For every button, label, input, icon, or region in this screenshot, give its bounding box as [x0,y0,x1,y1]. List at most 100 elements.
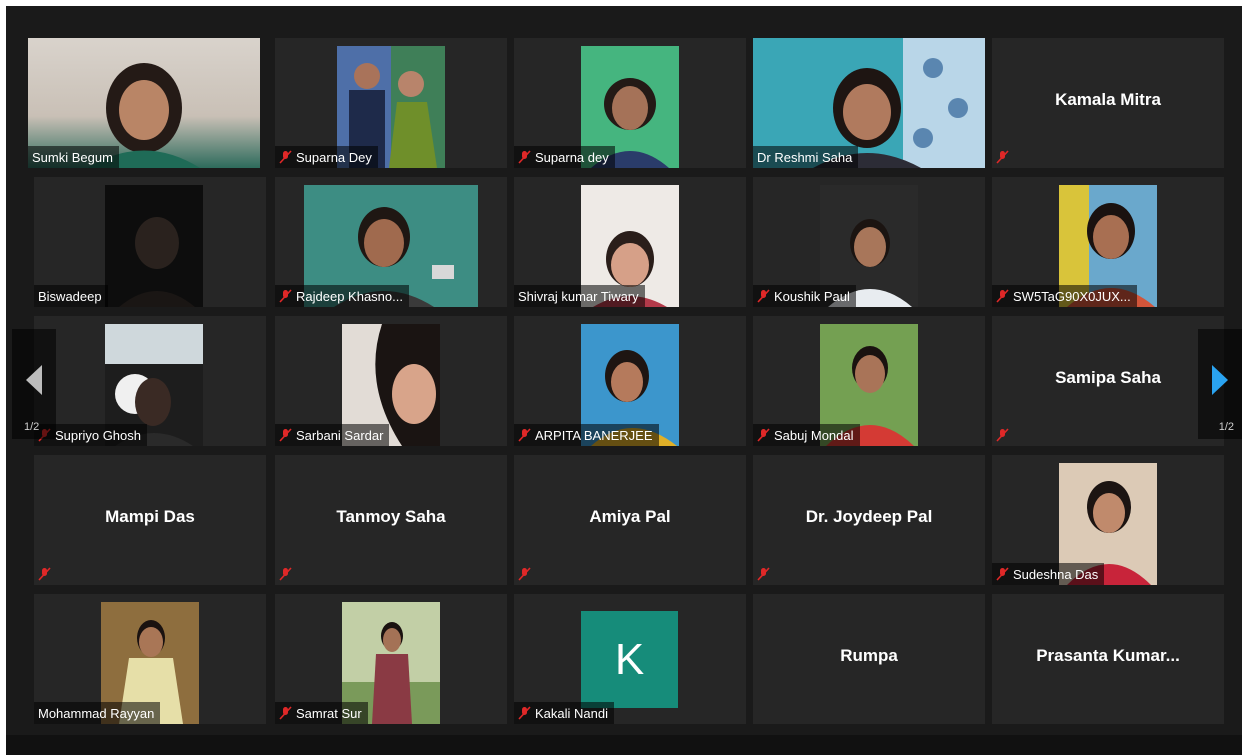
participant-name-tag: Koushik Paul [753,285,856,307]
participant-tile-sudeshna-das[interactable]: Sudeshna Das [992,455,1224,585]
next-page-button[interactable]: 1/2 [1198,329,1242,439]
mic-muted-icon [757,428,770,442]
participant-name-tag: ARPITA BANERJEE [514,424,659,446]
participant-tile-biswadeep[interactable]: Biswadeep [34,177,266,307]
participant-tile-sarbani-sardar[interactable]: Sarbani Sardar [275,316,507,446]
participant-tile-tanmoy-saha[interactable]: Tanmoy Saha [275,455,507,585]
mic-muted-icon [38,567,51,581]
participant-name: Samrat Sur [296,705,362,721]
participant-tile-shivraj-kumar-tiwary[interactable]: Shivraj kumar Tiwary [514,177,746,307]
mic-muted-icon [279,567,292,581]
participant-tile-sabuj-mondal[interactable]: Sabuj Mondal [753,316,985,446]
person-silhouette-icon [119,217,195,307]
participant-name: Shivraj kumar Tiwary [518,288,639,304]
participant-tile-samipa-saha[interactable]: Samipa Saha [992,316,1224,446]
participant-name-tag: Suparna dey [514,146,615,168]
participant-name: Sabuj Mondal [774,427,854,443]
participant-name: Mohammad Rayyan [38,705,155,721]
participant-name: Sumki Begum [32,149,113,165]
participant-name-tag [275,563,298,585]
mic-muted-icon [757,567,770,581]
participant-name: Sarbani Sardar [296,427,384,443]
avatar-initial: K [581,611,678,708]
mic-muted-icon [996,567,1009,581]
participant-display-name: Rumpa [840,646,898,665]
participant-name: SW5TaG90X0JUX... [1013,288,1131,304]
participant-name-tag: Rajdeep Khasno... [275,285,409,307]
participant-name-tag: Sabuj Mondal [753,424,860,446]
participant-display-name: Dr. Joydeep Pal [805,507,933,526]
participant-tile-sw5tag[interactable]: SW5TaG90X0JUX... [992,177,1224,307]
participant-tile-amiya-pal[interactable]: Amiya Pal [514,455,746,585]
participant-name: Suparna Dey [296,149,372,165]
participant-name-tag: Biswadeep [34,285,108,307]
participant-name-tag [753,563,776,585]
participant-tile-supriyo-ghosh[interactable]: Supriyo Ghosh [34,316,266,446]
participant-name-tag: Mohammad Rayyan [34,702,161,724]
participant-tile-dr-reshmi-saha[interactable]: Dr Reshmi Saha [753,38,985,168]
participant-name-tag: Suparna Dey [275,146,378,168]
participant-tile-mohammad-rayyan[interactable]: Mohammad Rayyan [34,594,266,724]
mic-muted-icon [279,706,292,720]
participant-tile-samrat-sur[interactable]: Samrat Sur [275,594,507,724]
mic-muted-icon [279,428,292,442]
participant-name-tag [992,424,1015,446]
mic-muted-icon [996,428,1009,442]
mic-muted-icon [518,150,531,164]
participant-name: Suparna dey [535,149,609,165]
participant-name-tag: Shivraj kumar Tiwary [514,285,645,307]
mic-muted-icon [518,428,531,442]
page-indicator: 1/2 [24,421,40,433]
participant-display-name: Kamala Mitra [1055,90,1161,109]
chevron-left-icon [26,365,42,395]
participant-name: Koushik Paul [774,288,850,304]
participant-tile-suparna-dey-2[interactable]: Suparna dey [514,38,746,168]
gallery-grid: Sumki Begum Suparna Dey Suparna dey Dr R… [6,6,1242,755]
page-indicator: 1/2 [1218,421,1234,433]
participant-display-name: Mampi Das [105,507,195,526]
participant-tile-rajdeep-khasno[interactable]: Rajdeep Khasno... [275,177,507,307]
participant-tile-kakali-nandi[interactable]: K Kakali Nandi [514,594,746,724]
participant-tile-koushik-paul[interactable]: Koushik Paul [753,177,985,307]
participant-display-name: Amiya Pal [589,507,671,526]
participant-name-tag: Sudeshna Das [992,563,1105,585]
participant-name-tag: Sarbani Sardar [275,424,390,446]
mic-muted-icon [996,289,1009,303]
avatar-letter: K [614,634,645,684]
chevron-right-icon [1212,365,1228,395]
participant-name-tag [514,563,537,585]
participant-tile-arpita-banerjee[interactable]: ARPITA BANERJEE [514,316,746,446]
participant-name-tag: Samrat Sur [275,702,368,724]
participant-name: Biswadeep [38,288,102,304]
prev-page-button[interactable]: 1/2 [12,329,56,439]
participant-name-tag [34,563,57,585]
mic-muted-icon [518,567,531,581]
participant-tile-prasanta-kumar[interactable]: Prasanta Kumar... [992,594,1224,724]
participant-display-name: Tanmoy Saha [336,507,446,526]
mic-muted-icon [757,289,770,303]
participant-display-name: Samipa Saha [1055,368,1161,387]
participant-name: Kakali Nandi [535,705,608,721]
participant-name: Sudeshna Das [1013,566,1099,582]
participant-name: Dr Reshmi Saha [757,149,853,165]
participant-name-tag: Sumki Begum [28,146,119,168]
mic-muted-icon [996,150,1009,164]
participant-tile-rumpa[interactable]: Rumpa [753,594,985,724]
participant-tile-sumki-begum[interactable]: Sumki Begum [28,38,260,168]
participant-name: Supriyo Ghosh [55,427,141,443]
participant-name: ARPITA BANERJEE [535,427,653,443]
participant-tile-dr-joydeep-pal[interactable]: Dr. Joydeep Pal [753,455,985,585]
mic-muted-icon [518,706,531,720]
mic-muted-icon [279,289,292,303]
participant-name-tag: SW5TaG90X0JUX... [992,285,1137,307]
participant-name: Rajdeep Khasno... [296,288,403,304]
participant-tile-kamala-mitra[interactable]: Kamala Mitra [992,38,1224,168]
participant-name-tag: Dr Reshmi Saha [753,146,859,168]
participant-video [105,185,203,307]
participant-tile-suparna-dey[interactable]: Suparna Dey [275,38,507,168]
participant-name-tag [992,146,1015,168]
toolbar-strip [6,735,1242,755]
meeting-window: Sumki Begum Suparna Dey Suparna dey Dr R… [6,6,1242,755]
participant-tile-mampi-das[interactable]: Mampi Das [34,455,266,585]
mic-muted-icon [279,150,292,164]
